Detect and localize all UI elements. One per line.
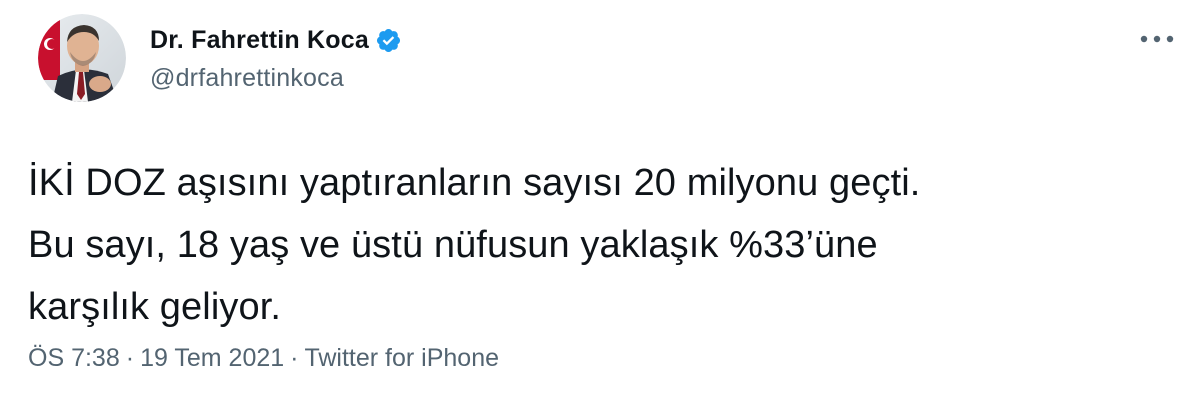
tweet-text-line: Bu sayı, 18 yaş ve üstü nüfusun yaklaşık… — [28, 224, 878, 266]
meta-separator: · — [125, 344, 135, 372]
tweet-text-line: İKİ DOZ aşısını yaptıranların sayısı 20 … — [28, 162, 921, 204]
meta-separator: · — [290, 344, 299, 372]
avatar[interactable] — [38, 14, 126, 102]
tweet-card: Dr. Fahrettin Koca @drfahrettinkoca İKİ … — [0, 0, 1200, 406]
tweet-metadata: ÖS 7:38 · 19 Tem 2021 · Twitter for iPhone — [28, 344, 499, 373]
tweet-time-link[interactable]: ÖS 7:38 — [28, 344, 120, 372]
more-horizontal-icon — [1140, 35, 1174, 43]
more-options-button[interactable] — [1132, 24, 1182, 54]
tweet-source-link[interactable]: Twitter for iPhone — [304, 344, 499, 372]
author-display-name[interactable]: Dr. Fahrettin Koca — [150, 26, 369, 55]
author-handle[interactable]: @drfahrettinkoca — [150, 64, 402, 93]
tweet-text-line: karşılık geliyor. — [28, 286, 282, 328]
avatar-photo — [38, 14, 126, 102]
name-row: Dr. Fahrettin Koca — [150, 20, 402, 60]
author-block: Dr. Fahrettin Koca @drfahrettinkoca — [150, 20, 402, 93]
verified-badge-icon — [375, 27, 402, 54]
tweet-date-link[interactable]: 19 Tem 2021 — [140, 344, 284, 372]
tweet-text: İKİ DOZ aşısını yaptıranların sayısı 20 … — [28, 152, 1148, 338]
